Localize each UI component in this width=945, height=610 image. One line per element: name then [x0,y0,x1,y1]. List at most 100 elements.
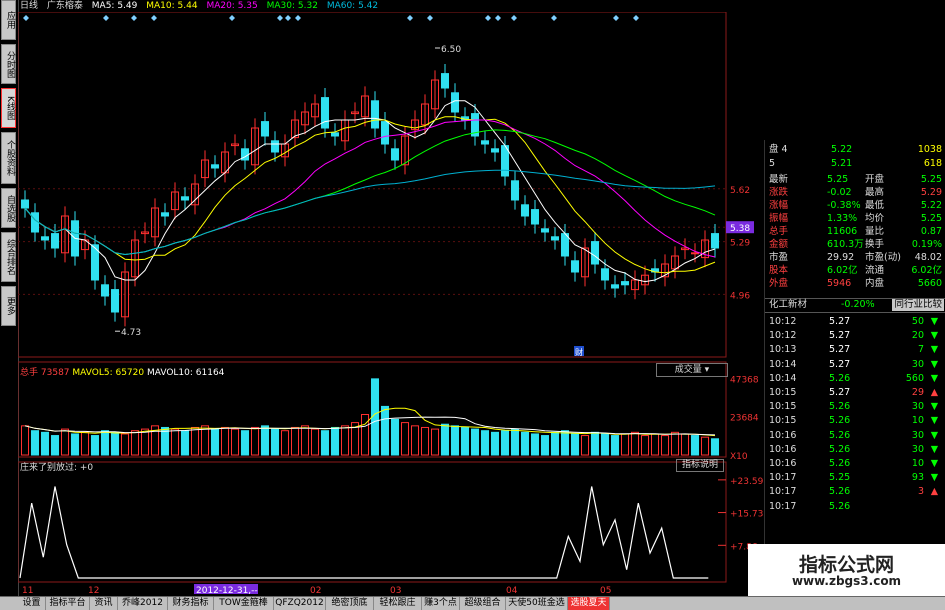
tick-row: 10:16 5.26 10 ▼ [765,458,945,470]
quote-value-2: 0.19% [911,239,942,250]
volume-bar [101,430,109,456]
candle-body [261,121,269,137]
volume-bar [651,433,659,456]
left-tab-2[interactable]: K线图 [1,88,16,128]
tick-row: 10:12 5.27 20 ▼ [765,330,945,342]
tick-volume: 20 [911,330,924,342]
bottom-tab-2[interactable]: 资讯 [90,597,118,610]
x-axis-label: 12 [88,586,99,596]
tick-time: 10:17 [769,472,797,484]
tick-row: 10:17 5.26 [765,501,945,513]
ma20-label: MA20: 5.35 [206,1,258,11]
low-price-label: 4.73 [121,328,141,338]
x-axis-label: 2012-12-31,-- [196,586,258,596]
indicator-panel-frame [18,461,727,583]
volume-bar [431,428,439,456]
quote-value-2: 5.25 [920,213,942,224]
bottom-tab-10[interactable]: 超级组合 [460,597,506,610]
tick-price: 5.26 [829,458,851,469]
tick-row: 10:14 5.27 30 ▼ [765,359,945,371]
volume-bar [511,428,519,456]
event-diamond [131,15,137,21]
candle-body [711,233,719,249]
candle-body [481,140,489,145]
bottom-tab-7[interactable]: 绝密顶底 [326,597,374,610]
volume-bar [691,435,699,456]
quote-value-2: 5.25 [920,174,942,185]
volume-bar [331,426,339,456]
left-tab-3[interactable]: 个股资料 [1,132,16,184]
event-diamond [285,15,291,21]
arrow-down-icon: ▼ [930,472,938,484]
compare-button[interactable]: 同行业比较 [892,299,944,311]
volume-bar [181,430,189,456]
volume-bar [421,426,429,456]
tick-price: 5.27 [829,330,851,342]
sector-name[interactable]: 化工新材 [769,299,807,311]
event-diamond [151,15,157,21]
bottom-tab-8[interactable]: 轻松跟庄 [374,597,422,610]
tick-time: 10:15 [769,415,797,427]
bottom-tab-12[interactable]: 选股夏天 [568,597,610,610]
mavol10-label: MAVOL10: 61164 [146,368,225,378]
candle-body [591,241,599,265]
candle-body [111,289,119,313]
x-axis-label: 04 [506,586,518,596]
left-tab-4[interactable]: 自选股 [1,188,16,228]
arrow-down-icon: ▼ [930,443,938,455]
indicator-help-button[interactable]: 指标说明 [676,459,724,472]
bottom-tab-3[interactable]: 乔峰2012 [118,597,168,610]
candle-body [541,228,549,233]
volume-bar [221,426,229,456]
candle-body [271,140,279,153]
bottom-tab-11[interactable]: 天使50班金选 [506,597,568,610]
tick-volume: 30 [911,443,924,455]
volume-bar [711,438,719,456]
left-tab-5[interactable]: 综合排名 [1,232,16,282]
bid-row: 5 5.21 618 [765,158,945,170]
quote-label-2: 开盘 [865,174,885,185]
volume-bar [481,430,489,456]
candle-body [101,284,109,297]
volume-bar [671,431,679,456]
bottom-tab-5[interactable]: TOW金箍棒 [214,597,274,610]
quote-value: 610.3万 [827,239,864,250]
quote-value-2: 0.87 [920,226,942,237]
volume-bar [461,426,469,456]
volume-bar [681,433,689,456]
left-tab-1[interactable]: 分时图 [1,44,16,84]
candle-body [381,121,389,145]
volume-bar [451,425,459,456]
volume-bar [411,425,419,456]
chart-area[interactable]: 4736823684X10 +23.59+15.73+7.86 5.625.38… [18,12,764,596]
tick-row: 10:13 5.27 7 ▼ [765,344,945,356]
volume-bar [291,426,299,456]
bottom-tab-4[interactable]: 财务指标 [168,597,214,610]
volume-bar [391,418,399,456]
price-tick-label: 4.96 [730,291,750,301]
quote-label: 振幅 [769,213,789,224]
tick-time: 10:14 [769,372,797,384]
bottom-tab-1[interactable]: 指标平台 [46,597,90,610]
tick-price: 5.27 [829,344,851,356]
volume-bar [501,430,509,456]
volume-bar [201,425,209,456]
event-diamond [427,15,433,21]
ma30-line [24,129,716,256]
bottom-tab-6[interactable]: QFZQ2012 [274,597,326,610]
tick-volume: 10 [911,415,924,427]
volume-dropdown[interactable]: 成交量 ▾ [656,363,728,377]
left-tab-6[interactable]: 更多 [1,286,16,326]
bottom-tab-0[interactable]: 设置 [18,597,46,610]
quote-value: -0.02 [827,187,852,198]
tick-price: 5.26 [829,500,851,512]
candle-body [691,252,699,255]
candle-body [601,268,609,281]
period-label[interactable]: 日线 [20,1,38,11]
quote-label-2: 均价 [865,213,885,224]
left-tab-0[interactable]: 应用 [1,0,16,40]
bottom-tab-9[interactable]: 赚3个点 [422,597,460,610]
volume-bar [441,423,449,456]
candle-body [391,148,399,161]
candle-body [511,180,519,201]
